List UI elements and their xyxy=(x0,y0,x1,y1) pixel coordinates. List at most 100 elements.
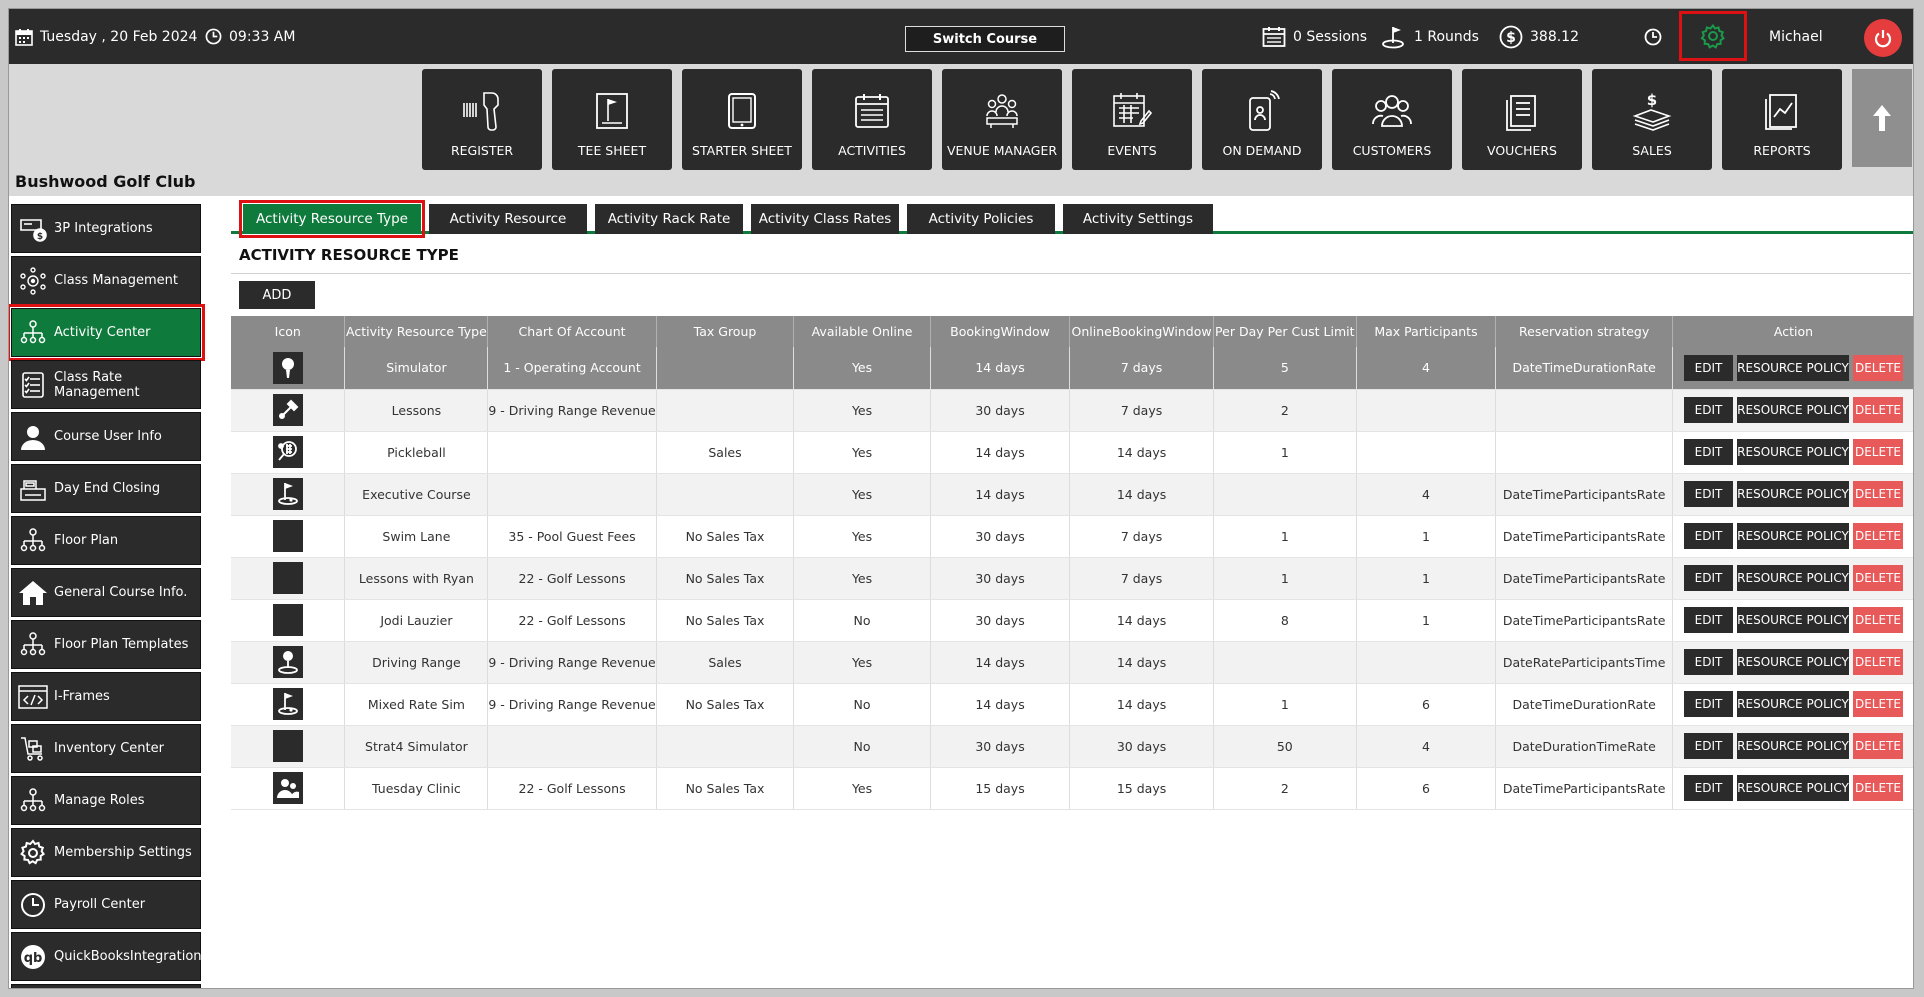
sidebar-item-activity-center[interactable]: Activity Center xyxy=(9,304,205,361)
edit-button[interactable]: EDIT xyxy=(1684,565,1733,591)
sessions-indicator[interactable]: 0 Sessions xyxy=(1262,9,1367,64)
tile-activities[interactable]: ACTIVITIES xyxy=(812,69,932,170)
switch-course-button[interactable]: Switch Course xyxy=(905,26,1065,52)
tile-label: TEE SHEET xyxy=(577,143,647,158)
edit-button[interactable]: EDIT xyxy=(1684,481,1733,507)
table-row[interactable]: Jodi Lauzier 22 - Golf Lessons No Sales Ta… xyxy=(231,599,1913,642)
edit-button[interactable]: EDIT xyxy=(1684,439,1733,465)
tile-tee-sheet[interactable]: TEE SHEET xyxy=(552,69,672,170)
delete-button[interactable]: DELETE xyxy=(1853,523,1903,549)
edit-button[interactable]: EDIT xyxy=(1684,354,1733,381)
tab-activity-class-rates[interactable]: Activity Class Rates xyxy=(751,204,899,234)
tile-venue-manager[interactable]: VENUE MANAGER xyxy=(942,69,1062,170)
edit-button[interactable]: EDIT xyxy=(1684,775,1733,801)
app-window: Tuesday , 20 Feb 2024 09:33 AM Switch Co… xyxy=(8,8,1914,989)
table-row[interactable]: Simulator 1 - Operating Account Yes 14 days… xyxy=(231,347,1913,390)
sidebar-item-quickbooks-integration[interactable]: qb QuickBooksIntegration xyxy=(11,932,202,981)
sidebar-item-day-end-closing[interactable]: Day End Closing xyxy=(11,464,201,513)
tile-vouchers[interactable]: VOUCHERS xyxy=(1462,69,1582,170)
resource-policy-button[interactable]: RESOURCE POLICY xyxy=(1737,354,1849,381)
delete-button[interactable]: DELETE xyxy=(1853,354,1903,381)
delete-button[interactable]: DELETE xyxy=(1853,565,1903,591)
resource-policy-button[interactable]: RESOURCE POLICY xyxy=(1737,649,1849,675)
table-row[interactable]: Tuesday Clinic 22 - Golf Lessons No Sales … xyxy=(231,767,1913,810)
edit-button[interactable]: EDIT xyxy=(1684,733,1733,759)
tile-register[interactable]: REGISTER xyxy=(422,69,542,170)
resource-policy-button[interactable]: RESOURCE POLICY xyxy=(1737,397,1849,423)
resource-policy-button[interactable]: RESOURCE POLICY xyxy=(1737,565,1849,591)
resource-policy-button[interactable]: RESOURCE POLICY xyxy=(1737,691,1849,717)
time-text: 09:33 AM xyxy=(229,28,296,45)
tab-activity-settings[interactable]: Activity Settings xyxy=(1063,204,1213,234)
edit-button[interactable]: EDIT xyxy=(1684,397,1733,423)
tab-activity-resource-type[interactable]: Activity Resource Type xyxy=(239,200,425,238)
delete-button[interactable]: DELETE xyxy=(1853,439,1903,465)
resource-policy-button[interactable]: RESOURCE POLICY xyxy=(1737,439,1849,465)
balance-indicator[interactable]: $ 388.12 xyxy=(1499,9,1579,64)
delete-button[interactable]: DELETE xyxy=(1853,691,1903,717)
delete-button[interactable]: DELETE xyxy=(1853,649,1903,675)
edit-button[interactable]: EDIT xyxy=(1684,523,1733,549)
table-row[interactable]: Pickleball Sales Yes 14 days 14 days 1 EDIT RES… xyxy=(231,431,1913,474)
power-icon xyxy=(1874,30,1892,48)
sidebar-item-membership-settings[interactable]: Membership Settings xyxy=(11,828,201,877)
table-row[interactable]: Executive Course Yes 14 days 14 days 4 DateTi… xyxy=(231,473,1913,516)
table-row[interactable]: Mixed Rate Sim 9 - Driving Range Revenue N… xyxy=(231,683,1913,726)
cell-type: Strat4 Simulator xyxy=(344,725,489,768)
cell-strategy: DateTimeParticipantsRate xyxy=(1495,473,1674,516)
history-button[interactable] xyxy=(1644,9,1662,64)
cell-action: EDIT RESOURCE POLICY DELETE xyxy=(1672,641,1913,684)
logout-button[interactable] xyxy=(1864,19,1902,57)
user-name[interactable]: Michael xyxy=(1769,9,1823,64)
add-button[interactable]: ADD xyxy=(239,281,315,309)
settings-button[interactable] xyxy=(1679,11,1747,61)
sidebar-item-manage-roles[interactable]: Manage Roles xyxy=(11,776,201,825)
table-row[interactable]: Driving Range 9 - Driving Range Revenue Sa… xyxy=(231,641,1913,684)
calendar-icon xyxy=(15,28,33,46)
sidebar-item-floor-plan[interactable]: Floor Plan xyxy=(11,516,201,565)
tile-sales[interactable]: $ SALES xyxy=(1592,69,1712,170)
tile-on-demand[interactable]: ON DEMAND xyxy=(1202,69,1322,170)
resource-policy-button[interactable]: RESOURCE POLICY xyxy=(1737,523,1849,549)
rounds-indicator[interactable]: 1 Rounds xyxy=(1381,9,1479,64)
floor-plan-icon xyxy=(20,527,46,551)
resource-policy-button[interactable]: RESOURCE POLICY xyxy=(1737,607,1849,633)
tile-events[interactable]: EVENTS xyxy=(1072,69,1192,170)
sidebar-item-class-management[interactable]: Class Management xyxy=(11,256,201,305)
table-row[interactable]: Lessons with Ryan 22 - Golf Lessons No Sal… xyxy=(231,557,1913,600)
sidebar-item-floor-plan-templates[interactable]: Floor Plan Templates xyxy=(11,620,201,669)
table-row[interactable]: Swim Lane 35 - Pool Guest Fees No Sales Ta… xyxy=(231,515,1913,558)
table-row[interactable]: Strat4 Simulator No 30 days 30 days 50 4 DateD… xyxy=(231,725,1913,768)
tab-activity-rack-rate[interactable]: Activity Rack Rate xyxy=(595,204,743,234)
edit-button[interactable]: EDIT xyxy=(1684,649,1733,675)
delete-button[interactable]: DELETE xyxy=(1853,481,1903,507)
sidebar-item-i-frames[interactable]: I-Frames xyxy=(11,672,201,721)
sidebar-item-inventory-center[interactable]: Inventory Center xyxy=(11,724,201,773)
delete-button[interactable]: DELETE xyxy=(1853,775,1903,801)
cell-online: Yes xyxy=(793,767,931,810)
tab-activity-resource[interactable]: Activity Resource xyxy=(429,204,587,234)
cell-tax xyxy=(656,347,795,390)
edit-button[interactable]: EDIT xyxy=(1684,607,1733,633)
table-row[interactable]: Lessons 9 - Driving Range Revenue Yes 30 da… xyxy=(231,389,1913,432)
tab-activity-policies[interactable]: Activity Policies xyxy=(907,204,1055,234)
sidebar-item-3p-integrations[interactable]: $ 3P Integrations xyxy=(11,204,201,253)
sidebar-item-more[interactable] xyxy=(11,984,201,988)
resource-policy-button[interactable]: RESOURCE POLICY xyxy=(1737,733,1849,759)
edit-button[interactable]: EDIT xyxy=(1684,691,1733,717)
sidebar-item-payroll-center[interactable]: Payroll Center xyxy=(11,880,201,929)
sidebar-item-general-course-info[interactable]: General Course Info. xyxy=(11,568,201,617)
delete-button[interactable]: DELETE xyxy=(1853,607,1903,633)
tile-starter-sheet[interactable]: STARTER SHEET xyxy=(682,69,802,170)
resource-policy-button[interactable]: RESOURCE POLICY xyxy=(1737,481,1849,507)
resource-policy-button[interactable]: RESOURCE POLICY xyxy=(1737,775,1849,801)
quickbooks-icon: qb xyxy=(21,944,45,969)
collapse-header-button[interactable] xyxy=(1852,69,1912,167)
tile-customers[interactable]: CUSTOMERS xyxy=(1332,69,1452,170)
delete-button[interactable]: DELETE xyxy=(1853,733,1903,759)
tile-reports[interactable]: REPORTS xyxy=(1722,69,1842,170)
delete-button[interactable]: DELETE xyxy=(1853,397,1903,423)
sidebar-item-class-rate-management[interactable]: Class Rate Management xyxy=(11,360,201,409)
sidebar-item-course-user-info[interactable]: Course User Info xyxy=(11,412,201,461)
cell-online: No xyxy=(793,725,931,768)
